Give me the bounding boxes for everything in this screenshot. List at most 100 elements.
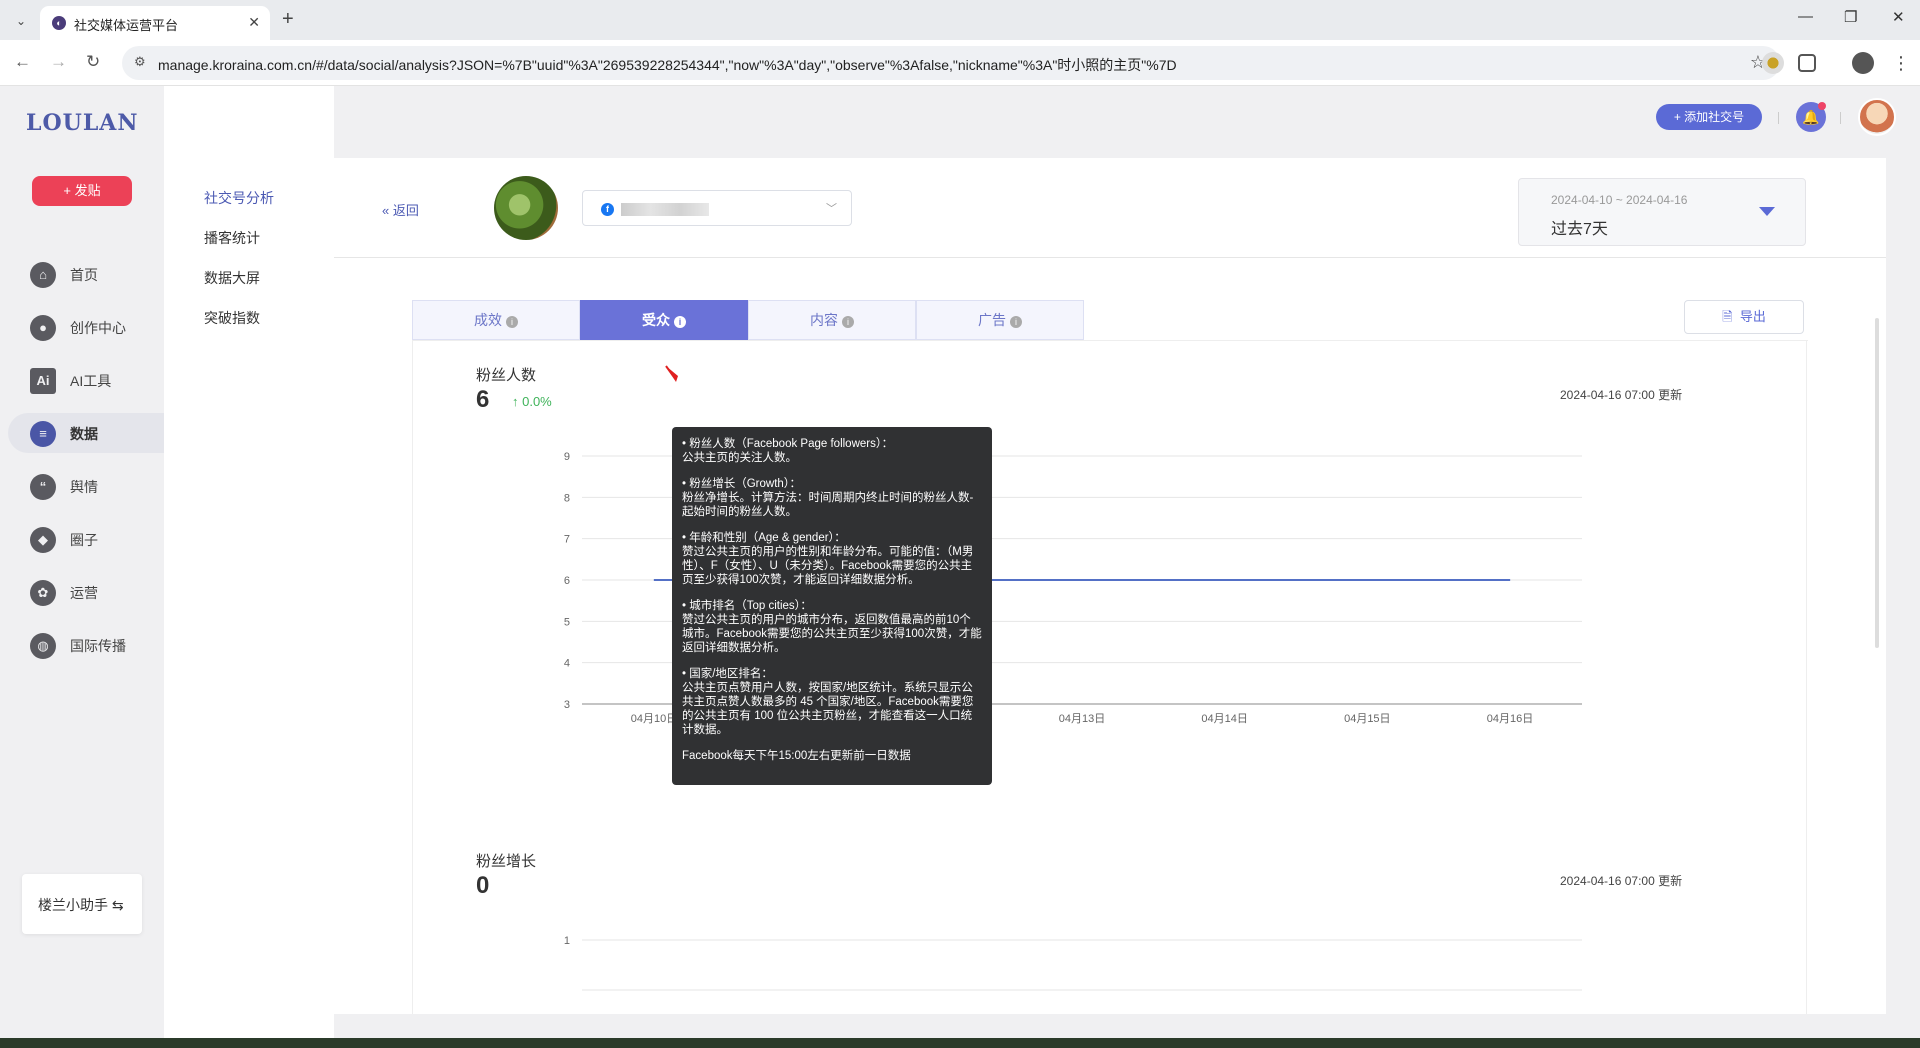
y-tick-label: 8	[564, 492, 570, 504]
x-tick-label: 04月16日	[1487, 713, 1533, 725]
app-root: LOULAN + 发贴 ⌂ 首页 ● 创作中心 Ai AI工具 ≡ 数据 “ 舆…	[0, 86, 1920, 1038]
subnav-item-social-analysis[interactable]: 社交号分析	[204, 188, 274, 208]
sidebar-item-ai-tools[interactable]: Ai AI工具	[8, 360, 164, 400]
sidebar-item-label: AI工具	[70, 373, 112, 389]
divider	[1840, 112, 1841, 124]
sidebar-item-creation[interactable]: ● 创作中心	[8, 307, 164, 347]
restore-icon[interactable]: ❐	[1844, 8, 1857, 26]
tooltip-section: • 年龄和性别（Age & gender）： 赞过公共主页的用户的性别和年龄分布。…	[682, 531, 982, 587]
assistant-button[interactable]: 楼兰小助手 ⇆	[22, 874, 142, 934]
subnav-item-podcast-stats[interactable]: 播客统计	[204, 228, 260, 248]
browser-menu-icon[interactable]: ⋮	[1890, 52, 1912, 74]
blurred-account-name	[621, 203, 709, 216]
tooltip-section: • 国家/地区排名： 公共主页点赞用户人数，按国家/地区统计。系统只显示公共主页点…	[682, 667, 982, 737]
tab-label: 成效	[474, 312, 502, 328]
close-tab-icon[interactable]: ✕	[248, 14, 260, 31]
updated-time: 2024-04-16 07:00 更新	[1560, 388, 1683, 402]
sidebar-item-label: 舆情	[70, 479, 98, 495]
tab-label: 广告	[978, 312, 1006, 328]
tab-search-icon[interactable]: ⌄	[10, 10, 32, 32]
sidebar-item-label: 运营	[70, 585, 98, 601]
sidebar-item-data[interactable]: ≡ 数据	[8, 413, 164, 453]
audience-info-tooltip: • 粉丝人数（Facebook Page followers）： 公共主页的关注人…	[672, 427, 992, 785]
site-favicon-icon: ◐	[52, 16, 66, 30]
os-taskbar	[0, 1038, 1920, 1048]
tab-ads[interactable]: 广告 i	[916, 300, 1084, 340]
assistant-label: 楼兰小助手 ⇆	[38, 897, 124, 913]
info-icon[interactable]: i	[1010, 316, 1022, 328]
add-social-account-button[interactable]: + 添加社交号	[1656, 104, 1762, 130]
minimize-icon[interactable]: —	[1798, 8, 1813, 25]
site-info-icon[interactable]: ⚙	[134, 54, 146, 70]
y-tick-label: 6	[564, 575, 570, 587]
puzzle-extensions-icon[interactable]	[1798, 54, 1816, 72]
document-icon: 🗎	[1722, 309, 1733, 324]
gear-icon: ✿	[30, 580, 56, 606]
sidebar-item-label: 创作中心	[70, 320, 126, 336]
sub-navigation: 社交号分析 播客统计 数据大屏 突破指数	[164, 86, 334, 1038]
scrollbar-thumb[interactable]	[1875, 318, 1879, 648]
info-icon[interactable]: i	[674, 316, 686, 328]
metric-value: 0	[476, 872, 490, 899]
account-select[interactable]: f ﹀	[582, 190, 852, 226]
page-avatar	[494, 176, 558, 240]
globe-icon: ◍	[30, 633, 56, 659]
sidebar-item-label: 首页	[70, 267, 98, 283]
sidebar-item-operations[interactable]: ✿ 运营	[8, 572, 164, 612]
tooltip-section: • 粉丝增长（Growth）： 粉丝净增长。计算方法：时间周期内终止时间的粉丝人数…	[682, 477, 982, 519]
date-range-picker[interactable]: 2024-04-10 ~ 2024-04-16 过去7天	[1518, 178, 1806, 246]
divider	[412, 340, 413, 1014]
extension-icon[interactable]	[1762, 52, 1784, 74]
x-tick-label: 04月15日	[1344, 713, 1390, 725]
forward-nav-icon[interactable]: →	[50, 52, 67, 72]
new-tab-icon[interactable]: +	[282, 8, 294, 31]
tooltip-body: 赞过公共主页的用户的城市分布，返回数值最高的前10个城市。Facebook需要您…	[682, 614, 982, 654]
post-button[interactable]: + 发贴	[32, 176, 132, 206]
compass-icon: ◆	[30, 527, 56, 553]
caret-down-icon	[1759, 207, 1775, 216]
updated-time: 2024-04-16 07:00 更新	[1560, 874, 1683, 888]
browser-tab[interactable]: ◐ 社交媒体运营平台 ✕	[40, 6, 270, 40]
profile-icon[interactable]	[1852, 52, 1874, 74]
tooltip-section: • 城市排名（Top cities）： 赞过公共主页的用户的城市分布，返回数值最高…	[682, 599, 982, 655]
subnav-item-dashboard[interactable]: 数据大屏	[204, 268, 260, 288]
tab-content[interactable]: 内容 i	[748, 300, 916, 340]
metric-value: 6	[476, 386, 490, 413]
y-tick-label: 9	[564, 451, 570, 463]
sidebar-item-sentiment[interactable]: “ 舆情	[8, 466, 164, 506]
info-icon[interactable]: i	[842, 316, 854, 328]
close-window-icon[interactable]: ✕	[1892, 8, 1905, 26]
tooltip-heading: • 粉丝增长（Growth）：	[682, 478, 802, 490]
back-link[interactable]: « 返回	[382, 200, 419, 219]
back-nav-icon[interactable]: ←	[14, 52, 31, 72]
sidebar-item-circles[interactable]: ◆ 圈子	[8, 519, 164, 559]
tab-label: 受众	[642, 312, 670, 328]
url-input[interactable]: ⚙ manage.kroraina.com.cn/#/data/social/a…	[122, 46, 1780, 80]
metric-change: ↑ 0.0%	[512, 394, 552, 409]
tab-performance[interactable]: 成效 i	[412, 300, 580, 340]
address-bar-row: ← → ↻ ⚙ manage.kroraina.com.cn/#/data/so…	[0, 40, 1920, 86]
subnav-item-breakthrough-index[interactable]: 突破指数	[204, 308, 260, 328]
growth-chart: 1	[564, 935, 1582, 991]
sidebar-item-label: 圈子	[70, 532, 98, 548]
database-icon: ≡	[30, 421, 56, 447]
user-avatar[interactable]	[1858, 98, 1896, 136]
export-button[interactable]: 🗎 导出	[1684, 300, 1804, 334]
chevron-down-icon: ﹀	[826, 203, 837, 215]
divider	[1778, 112, 1779, 124]
red-pointer-arrow-icon	[665, 365, 678, 382]
sidebar-item-international[interactable]: ◍ 国际传播	[8, 625, 164, 665]
tooltip-body: 赞过公共主页的用户的性别和年龄分布。可能的值：（M男性）、F（女性）、U（未分类…	[682, 546, 974, 586]
sidebar-item-home[interactable]: ⌂ 首页	[8, 254, 164, 294]
date-preset-text: 过去7天	[1551, 221, 1608, 238]
data-point	[653, 579, 655, 581]
tab-audience[interactable]: 受众 i	[580, 300, 748, 340]
info-icon[interactable]: i	[506, 316, 518, 328]
reload-icon[interactable]: ↻	[86, 52, 100, 72]
tooltip-body: 公共主页的关注人数。	[682, 452, 797, 464]
tooltip-footer: Facebook每天下午15:00左右更新前一日数据	[682, 750, 911, 762]
tooltip-heading: • 年龄和性别（Age & gender）：	[682, 532, 846, 544]
analysis-header: « 返回 f ﹀ 2024-04-10 ~ 2024-04-16 过去7天	[334, 158, 1886, 258]
quote-icon: “	[30, 474, 56, 500]
browser-tab-strip: ⌄ ◐ 社交媒体运营平台 ✕ + — ❐ ✕	[0, 0, 1920, 40]
